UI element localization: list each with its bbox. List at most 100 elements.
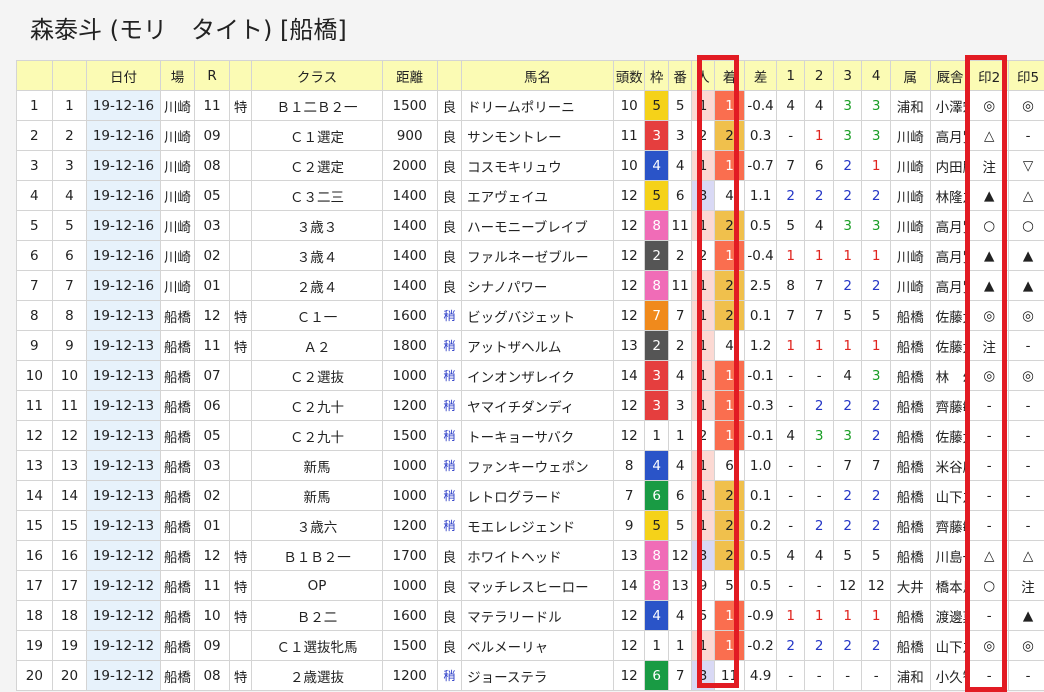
header-corner4[interactable]: 4 [861, 60, 891, 91]
header-mark2[interactable]: 印2 [969, 60, 1010, 91]
horse-name[interactable]: ヤマイチダンディ [461, 390, 614, 421]
horse-name[interactable]: マテラリードル [461, 600, 614, 631]
corner-2: 3 [804, 420, 834, 451]
table-row[interactable]: 20 20 19-12-12 船橋 08 特 ２歳選抜 1200 稍ジョーステラ 12 6 7 3 11 4… [16, 660, 1044, 691]
race-date: 19-12-13 [86, 480, 161, 511]
header-corner1[interactable]: 1 [775, 60, 806, 91]
horse-name[interactable]: ドリームポリーニ [461, 90, 614, 121]
special-flag: 特 [228, 330, 253, 361]
track-name: 船橋 [159, 570, 196, 601]
table-row[interactable]: 18 18 19-12-12 船橋 10 特 Ｂ２二 1600 良マテラリードル 12 4 4 5 1 -0… [16, 600, 1044, 631]
horse-name[interactable]: ホワイトヘッド [461, 540, 614, 571]
frame-number: 6 [644, 660, 669, 691]
table-row[interactable]: 3 3 19-12-16 川崎 08 Ｃ２選定 2000 良コスモキリュウ 10 4 4 1 1 -0.7… [16, 150, 1044, 181]
header-horse[interactable]: 馬名 [461, 60, 614, 91]
table-row[interactable]: 11 11 19-12-13 船橋 06 Ｃ２九十 1200 稍ヤマイチダンディ 12 3 3 1 1-… [16, 390, 1044, 421]
horse-name[interactable]: モエレレジェンド [461, 510, 614, 541]
table-row[interactable]: 8 8 19-12-13 船橋 12 特 Ｃ１一 1600 稍ビッグバジェット 12 7 7 1 2 0.1… [16, 300, 1044, 331]
header-ban[interactable]: 番 [667, 60, 693, 91]
table-row[interactable]: 16 16 19-12-12 船橋 12 特 Ｂ１Ｂ２一 1700 良ホワイトヘッド 13 8 12 3… [16, 540, 1044, 571]
horse-name[interactable]: ベルメーリャ [461, 630, 614, 661]
margin: -0.1 [744, 360, 777, 391]
popularity-rank: 2 [691, 420, 715, 451]
table-row[interactable]: 19 19 19-12-12 船橋 09 Ｃ１選抜牝馬 1500 良ベルメーリャ 12 1 1 1 1-… [16, 630, 1044, 661]
race-class: Ｃ２選定 [251, 150, 383, 181]
table-row[interactable]: 1 1 19-12-16 川崎 11 特 Ｂ１二Ｂ２一 1500 良ドリームポリーニ 10 5 5 1 1… [16, 90, 1044, 121]
corner-4: - [861, 660, 891, 691]
header-waku[interactable]: 枠 [644, 60, 669, 91]
field-size: 12 [612, 180, 646, 211]
corner-2: - [804, 480, 834, 511]
table-row[interactable]: 7 7 19-12-16 川崎 01 ２歳４ 1400 良シナノパワー 12 8 11 1 2 2.5 8 7… [16, 270, 1044, 301]
table-row[interactable]: 9 9 19-12-13 船橋 11 特 Ａ２ 1800 稍アットザヘルム 13 2 2 1 4 1.2 1 1… [16, 330, 1044, 361]
header-special[interactable] [228, 60, 253, 91]
race-number: 10 [194, 600, 230, 631]
row-index: 5 [51, 210, 88, 241]
header-no[interactable] [16, 60, 53, 91]
horse-name[interactable]: アットザヘルム [461, 330, 614, 361]
horse-name[interactable]: ビッグバジェット [461, 300, 614, 331]
track-condition: 良 [436, 270, 463, 301]
header-distance[interactable]: 距離 [381, 60, 438, 91]
header-affiliation[interactable]: 属 [889, 60, 931, 91]
results-table-container[interactable]: 日付場 R クラス 距離 馬名 頭数枠番人着差 1 2 3 4 属厩舎 印2 印5 1 1 19-12-16… [16, 60, 1044, 692]
header-diff[interactable]: 差 [744, 60, 777, 91]
horse-name[interactable]: サンモントレー [461, 120, 614, 151]
horse-name[interactable]: インオンザレイク [461, 360, 614, 391]
header-mark5[interactable]: 印5 [1008, 60, 1044, 91]
corner-1: - [775, 510, 806, 541]
horse-name[interactable]: シナノパワー [461, 270, 614, 301]
table-row[interactable]: 4 4 19-12-16 川崎 05 Ｃ３二三 1400 良エアヴェイユ 12 5 6 3 4 1.1 2 2… [16, 180, 1044, 211]
header-race[interactable]: R [194, 60, 230, 91]
table-row[interactable]: 5 5 19-12-16 川崎 03 ３歳３ 1400 良ハーモニーブレイブ 12 8 11 1 2 0.… [16, 210, 1044, 241]
horse-name[interactable]: ファルネーゼブルー [461, 240, 614, 271]
corner-3: 4 [832, 360, 863, 391]
table-row[interactable]: 15 15 19-12-13 船橋 01 ３歳六 1200 稍モエレレジェンド 9 5 5 1 2 0.2… [16, 510, 1044, 541]
frame-number: 5 [644, 510, 669, 541]
table-row[interactable]: 6 6 19-12-16 川崎 02 ３歳４ 1400 良ファルネーゼブルー 12 2 2 2 1 -0.… [16, 240, 1044, 271]
field-size: 12 [612, 600, 646, 631]
horse-name[interactable]: トーキョーサバク [461, 420, 614, 451]
table-row[interactable]: 2 2 19-12-16 川崎 09 Ｃ１選定 900 良サンモントレー 11 3 3 2 2 0.3-1… [16, 120, 1044, 151]
race-number: 09 [194, 630, 230, 661]
finish-position: 1 [713, 90, 746, 121]
header-finish[interactable]: 着 [713, 60, 746, 91]
horse-name[interactable]: ジョーステラ [461, 660, 614, 691]
header-track[interactable]: 場 [159, 60, 196, 91]
header-condition[interactable] [436, 60, 463, 91]
table-row[interactable]: 10 10 19-12-13 船橋 07 Ｃ２選抜 1000 稍インオンザレイク 14 3 4 1 1-… [16, 360, 1044, 391]
margin: 0.5 [744, 570, 777, 601]
horse-name[interactable]: ファンキーウェポン [461, 450, 614, 481]
table-row[interactable]: 17 17 19-12-12 船橋 11 特 OP 1000 良マッチレスヒーロー 14 8 13 9 5… [16, 570, 1044, 601]
horse-name[interactable]: コスモキリュウ [461, 150, 614, 181]
track-condition: 稍 [436, 480, 463, 511]
header-heads[interactable]: 頭数 [612, 60, 646, 91]
margin: 1.2 [744, 330, 777, 361]
header-stable[interactable]: 厩舎 [929, 60, 971, 91]
row-number: 17 [16, 570, 53, 601]
row-number: 8 [16, 300, 53, 331]
mark-5: ◎ [1008, 90, 1044, 121]
race-number: 11 [194, 330, 230, 361]
header-date[interactable]: 日付 [86, 60, 161, 91]
table-row[interactable]: 13 13 19-12-13 船橋 03 新馬 1000 稍ファンキーウェポン 8 4 4 1 6 1.0… [16, 450, 1044, 481]
table-row[interactable]: 12 12 19-12-13 船橋 05 Ｃ２九十 1500 稍トーキョーサバク 12 1 1 2 1-… [16, 420, 1044, 451]
track-name: 船橋 [159, 450, 196, 481]
table-row[interactable]: 14 14 19-12-13 船橋 02 新馬 1000 稍レトログラード 7 6 6 1 2 0.1- -… [16, 480, 1044, 511]
popularity-rank: 1 [691, 150, 715, 181]
horse-name[interactable]: エアヴェイユ [461, 180, 614, 211]
row-index: 4 [51, 180, 88, 211]
horse-name[interactable]: レトログラード [461, 480, 614, 511]
header-corner2[interactable]: 2 [804, 60, 834, 91]
header-ninki[interactable]: 人 [691, 60, 715, 91]
race-number: 09 [194, 120, 230, 151]
header-corner3[interactable]: 3 [832, 60, 863, 91]
track-condition: 稍 [436, 510, 463, 541]
horse-number: 11 [667, 270, 693, 301]
header-class[interactable]: クラス [251, 60, 383, 91]
header-index[interactable] [51, 60, 88, 91]
race-class: Ｃ１選抜牝馬 [251, 630, 383, 661]
horse-name[interactable]: ハーモニーブレイブ [461, 210, 614, 241]
horse-name[interactable]: マッチレスヒーロー [461, 570, 614, 601]
track-condition: 良 [436, 600, 463, 631]
